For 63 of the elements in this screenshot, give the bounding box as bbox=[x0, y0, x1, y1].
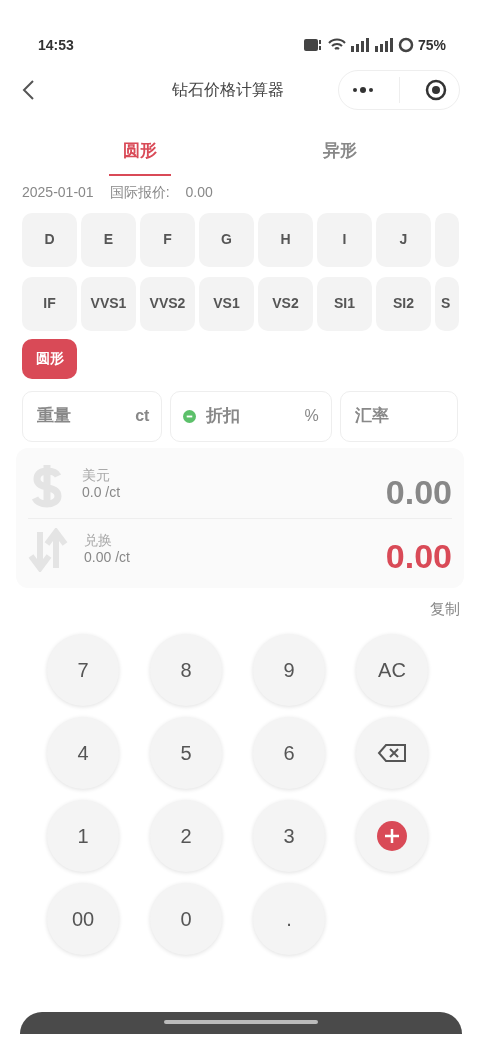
status-time: 14:53 bbox=[38, 35, 74, 55]
shape-chip[interactable]: 圆形 bbox=[22, 338, 77, 379]
currency-label: 美元 bbox=[82, 468, 111, 482]
price-label: 国际报价: bbox=[109, 182, 170, 202]
keypad-key[interactable]: 1 bbox=[47, 800, 119, 872]
keypad-key[interactable]: 4 bbox=[47, 717, 119, 789]
grade-chip[interactable]: G bbox=[199, 212, 254, 267]
grade-chip[interactable]: E bbox=[81, 212, 136, 267]
total-amount: 0.00 bbox=[385, 535, 452, 577]
add-key[interactable] bbox=[356, 800, 428, 872]
grade-chip[interactable]: IF bbox=[22, 276, 77, 331]
keypad-key[interactable]: 3 bbox=[253, 800, 325, 872]
currency-label: 兑换 bbox=[84, 532, 113, 547]
more-icon[interactable] bbox=[351, 86, 374, 94]
keypad-key[interactable]: 2 bbox=[150, 800, 222, 872]
price-date: 2025-01-01 bbox=[22, 182, 94, 202]
price-value: 0.00 bbox=[185, 182, 213, 202]
input-field[interactable]: 折扣 bbox=[204, 402, 265, 430]
keypad-key[interactable]: 00 bbox=[47, 883, 119, 955]
unit-label: ct bbox=[135, 406, 150, 426]
grade-chip[interactable]: SI1 bbox=[317, 276, 372, 331]
input-field[interactable]: 汇率 bbox=[352, 402, 413, 430]
wifi-icon bbox=[327, 38, 346, 52]
grade-chip[interactable]: VS1 bbox=[199, 276, 254, 331]
grade-chip[interactable]: S bbox=[435, 276, 459, 331]
backspace-icon bbox=[377, 743, 407, 763]
input-card[interactable]: 折扣 % bbox=[170, 390, 332, 442]
input-card[interactable]: 汇率 bbox=[339, 390, 458, 442]
signal-icon bbox=[373, 38, 394, 52]
grade-chip[interactable]: F bbox=[140, 212, 195, 267]
add-icon bbox=[377, 821, 407, 851]
battery-level: 75% bbox=[417, 35, 446, 55]
keypad-key[interactable]: AC bbox=[356, 634, 428, 706]
keypad-key[interactable]: 6 bbox=[253, 717, 325, 789]
battery-icon bbox=[397, 37, 414, 53]
grade-chip[interactable]: VVS2 bbox=[140, 276, 195, 331]
input-card[interactable]: 重量 ct bbox=[22, 390, 163, 442]
back-icon[interactable] bbox=[22, 79, 36, 101]
grade-chip[interactable]: SI2 bbox=[376, 276, 431, 331]
unit-price: 0.0 /ct bbox=[82, 483, 121, 502]
page-title: 钻石价格计算器 bbox=[172, 80, 284, 100]
backspace-key[interactable] bbox=[356, 717, 428, 789]
grade-chip[interactable]: H bbox=[258, 212, 313, 267]
keypad-key[interactable]: . bbox=[253, 883, 325, 955]
keypad-key[interactable]: 7 bbox=[47, 634, 119, 706]
close-icon[interactable] bbox=[424, 79, 447, 101]
grade-chip[interactable]: D bbox=[22, 212, 77, 267]
grade-chip[interactable]: I bbox=[317, 212, 372, 267]
keypad-key[interactable]: 5 bbox=[150, 717, 222, 789]
input-field[interactable]: 重量 bbox=[35, 402, 95, 430]
unit-label: % bbox=[304, 406, 319, 426]
grade-chip[interactable]: J bbox=[376, 212, 431, 267]
grade-chip[interactable]: VS2 bbox=[258, 276, 313, 331]
keypad-key[interactable]: 0 bbox=[150, 883, 222, 955]
unit-price: 0.00 /ct bbox=[84, 547, 130, 567]
tab[interactable]: 异形 bbox=[309, 128, 371, 176]
copy-button[interactable]: 复制 bbox=[422, 593, 468, 624]
total-amount: 0.00 bbox=[385, 471, 452, 513]
tab[interactable]: 圆形 bbox=[109, 128, 171, 176]
signal-icon bbox=[349, 38, 370, 52]
keypad-key[interactable]: 9 bbox=[253, 634, 325, 706]
grade-chip[interactable]: VVS1 bbox=[81, 276, 136, 331]
keypad-key[interactable]: 8 bbox=[150, 634, 222, 706]
